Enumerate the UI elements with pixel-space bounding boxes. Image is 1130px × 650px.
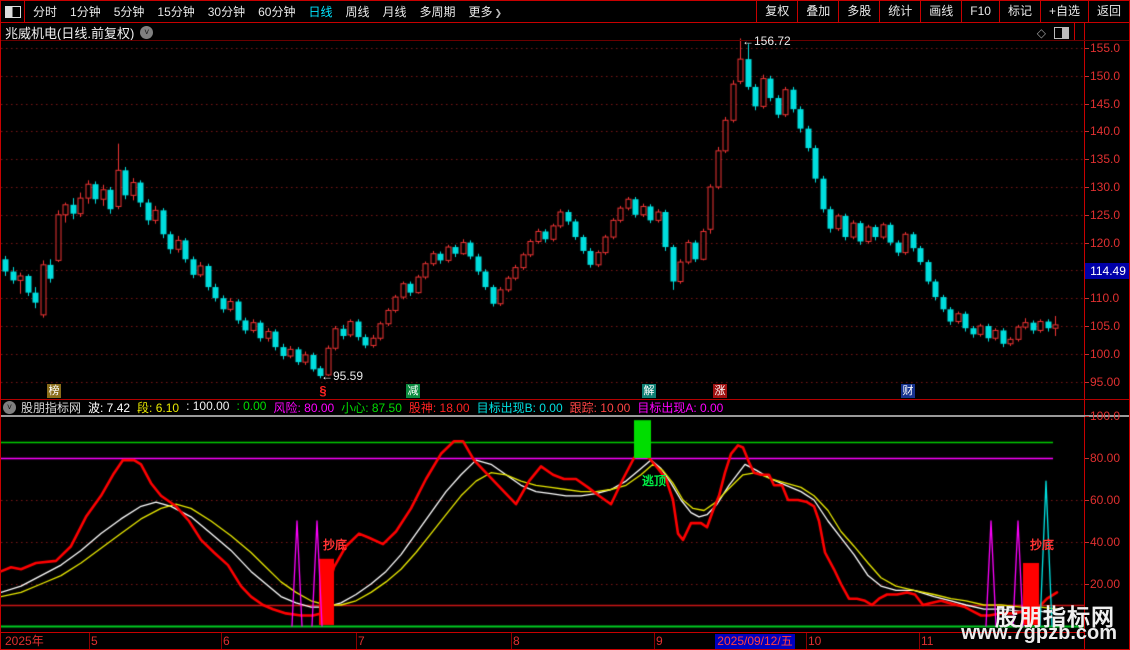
toolbar-button-画线[interactable]: 画线	[921, 1, 963, 22]
selected-date-badge[interactable]: 2025/09/12/五	[715, 634, 795, 649]
price-axis-label: 120.0	[1084, 235, 1121, 250]
indicator-value-小心: 小心: 87.50	[341, 401, 402, 415]
price-axis-label: 145.0	[1084, 96, 1121, 111]
time-axis-label-10: 10	[808, 634, 822, 648]
trading-app-window: 分时 1分钟 5分钟 15分钟 30分钟 60分钟 日线 周线 月线 多周期 更多 ❯ 复权 叠加 多股统…	[0, 0, 1130, 650]
signal-label-抄底: 抄底	[1030, 538, 1055, 552]
period-tab-30分钟[interactable]: 30分钟	[208, 3, 245, 20]
time-axis-label-2025年: 2025年	[5, 634, 44, 648]
period-tab-1分钟[interactable]: 1分钟	[70, 3, 101, 20]
time-axis: 2025年 5 6 7 8 9 10 11 2025/09/12/五	[1, 632, 1084, 649]
toolbar-buttons: 复权 叠加 多股 统计 画线 F10 标记 +自选 返回	[756, 1, 1129, 22]
indicator-value-跟踪: 跟踪: 10.00	[569, 401, 631, 415]
period-tab-60分钟[interactable]: 60分钟	[258, 3, 295, 20]
time-axis-divider	[89, 633, 90, 649]
price-axis-label: 100.0	[1084, 346, 1121, 361]
period-tab-日线[interactable]: 日线	[308, 3, 332, 20]
indicator-value-风险: 风险: 80.00	[273, 401, 335, 415]
price-axis-label: 140.0	[1084, 124, 1121, 139]
period-tab-周线[interactable]: 周线	[345, 3, 369, 20]
time-axis-label-6: 6	[223, 634, 230, 648]
event-marker-减[interactable]: 减	[406, 384, 420, 398]
toolbar-button-+自选[interactable]: +自选	[1041, 1, 1089, 22]
price-axis-label: 95.00	[1084, 374, 1121, 389]
indicator-axis-label: 40.00	[1084, 535, 1121, 549]
signal-label-抄底: 抄底	[323, 538, 348, 552]
time-axis-divider	[654, 633, 655, 649]
high-price-annotation: ←156.72	[742, 34, 791, 48]
indicator-value-段: 段: 6.10	[137, 401, 180, 415]
time-axis-divider	[511, 633, 512, 649]
toolbar-button-复权[interactable]: 复权	[757, 1, 799, 22]
indicator-axis-label: 80.00	[1084, 451, 1121, 465]
signal-label-逃顶: 逃顶	[642, 474, 667, 488]
toolbar-button-叠加[interactable]: 叠加	[798, 1, 840, 22]
layout-split-icon[interactable]	[1, 1, 25, 22]
event-marker-财[interactable]: 财	[901, 384, 915, 398]
price-axis-label: 150.0	[1084, 68, 1121, 83]
price-axis-label: 125.0	[1084, 207, 1121, 222]
indicator-axis-label: 20.00	[1084, 577, 1121, 591]
window-split-icon	[4, 5, 21, 18]
period-tab-多周期[interactable]: 多周期	[420, 3, 456, 20]
time-axis-label-5: 5	[91, 634, 98, 648]
indicator-axis-label: 60.00	[1084, 493, 1121, 507]
low-price-annotation: ←95.59	[321, 369, 364, 383]
event-marker-榜[interactable]: 榜	[47, 384, 61, 398]
indicator-value-val: : 0.00	[236, 400, 267, 413]
indicator-axis-label: 100.0	[1084, 409, 1121, 423]
indicator-chart[interactable]	[1, 417, 1085, 632]
period-tab-更多[interactable]: 更多 ❯	[469, 3, 503, 20]
toolbar-button-多股[interactable]: 多股	[839, 1, 881, 22]
indicator-header: ˅ 股朋指标网 波: 7.42 段: 6.10 : 100.00 : 0.00 风险: 8…	[1, 400, 1083, 415]
time-axis-divider	[221, 633, 222, 649]
indicator-value-波: 波: 7.42	[88, 401, 131, 415]
main-candlestick-chart[interactable]	[1, 25, 1085, 400]
toolbar-button-统计[interactable]: 统计	[880, 1, 922, 22]
period-tab-分时[interactable]: 分时	[33, 3, 57, 20]
event-marker-§[interactable]: §	[316, 384, 330, 398]
titlebar-bottom-line	[1, 40, 1129, 41]
price-axis-label: 130.0	[1084, 180, 1121, 194]
time-axis-label-9: 9	[656, 634, 663, 648]
time-axis-divider	[806, 633, 807, 649]
time-axis-divider	[356, 633, 357, 649]
indicator-value-目标出现A: 目标出现A: 0.00	[637, 401, 724, 415]
period-tab-15分钟[interactable]: 15分钟	[157, 3, 194, 20]
price-axis-label: 110.0	[1084, 291, 1120, 306]
period-tab-5分钟[interactable]: 5分钟	[114, 3, 145, 20]
time-axis-label-11: 11	[921, 634, 934, 648]
time-axis-divider	[919, 633, 920, 649]
panel-separator-line[interactable]	[1, 415, 1129, 417]
price-axis-label: 135.0	[1084, 152, 1121, 167]
toolbar-button-标记[interactable]: 标记	[1000, 1, 1041, 22]
indicator-value-股神: 股神: 18.00	[408, 401, 470, 415]
current-price-badge: 114.49	[1085, 263, 1129, 279]
indicator-values: 股朋指标网 波: 7.42 段: 6.10 : 100.00 : 0.00 风险: 80.…	[21, 400, 730, 415]
collapse-indicator-icon[interactable]: ˅	[3, 401, 16, 414]
price-axis-label: 155.0	[1084, 41, 1121, 55]
period-tab-月线[interactable]: 月线	[383, 3, 407, 20]
more-chevron-icon: ❯	[494, 8, 503, 18]
toolbar: 分时 1分钟 5分钟 15分钟 30分钟 60分钟 日线 周线 月线 多周期 更多 ❯ 复权 叠加 多股统…	[1, 1, 1129, 23]
period-tabs: 分时 1分钟 5分钟 15分钟 30分钟 60分钟 日线 周线 月线 多周期 更多 ❯	[25, 3, 756, 20]
indicator-value-目标出现B: 目标出现B: 0.00	[476, 401, 563, 415]
watermark-site-url: www.7gpzb.com	[961, 622, 1117, 644]
event-marker-涨[interactable]: 涨	[713, 384, 727, 398]
axis-separator-line	[1084, 23, 1085, 649]
price-axis-label: 105.0	[1084, 319, 1121, 333]
time-axis-label-7: 7	[358, 634, 365, 648]
indicator-value-股朋指标网: 股朋指标网	[21, 401, 82, 415]
time-axis-label-8: 8	[513, 634, 520, 648]
toolbar-button-返回[interactable]: 返回	[1089, 1, 1129, 22]
toolbar-button-F10[interactable]: F10	[962, 1, 1000, 22]
event-marker-解[interactable]: 解	[642, 384, 656, 398]
indicator-value-val: : 100.00	[186, 400, 230, 413]
